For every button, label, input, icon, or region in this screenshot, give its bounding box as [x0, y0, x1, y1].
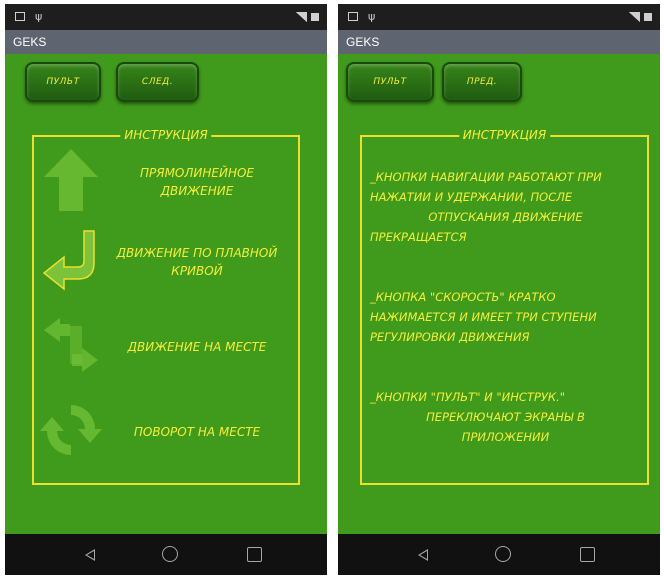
system-nav-bar: [338, 534, 660, 575]
back-icon[interactable]: [418, 549, 428, 561]
recent-apps-icon[interactable]: [247, 547, 262, 562]
status-bar: ψ: [338, 4, 660, 30]
instruction-title: ИНСТРУКЦИЯ: [120, 128, 212, 142]
instruction-paragraph: _КНОПКИ НАВИГАЦИИ РАБОТАЮТ ПРИ НАЖАТИИ И…: [370, 167, 641, 247]
usb-icon: ψ: [35, 10, 43, 23]
rotate-icon: [40, 405, 102, 455]
recent-apps-icon[interactable]: [580, 547, 595, 562]
paragraph-line: _КНОПКИ "ПУЛЬТ" И "ИНСТРУК.": [370, 390, 566, 404]
usb-icon: ψ: [368, 10, 376, 23]
instruction-item: ПОВОРОТ НА МЕСТЕ: [34, 397, 298, 467]
paragraph-line: _КНОПКА "СКОРОСТЬ" КРАТКО: [370, 290, 556, 304]
next-button[interactable]: СЛЕД.: [116, 62, 199, 102]
remote-button[interactable]: ПУЛЬТ: [25, 62, 101, 102]
home-icon[interactable]: [162, 546, 178, 562]
screenshot-icon: [15, 12, 25, 21]
paragraph-line: ОТПУСКАНИЯ ДВИЖЕНИЕ: [428, 210, 583, 224]
phone-screen-left: ψ GEKS ПУЛЬТ СЛЕД. ИНСТРУКЦИЯ ПРЯМОЛИНЕЙ…: [5, 4, 327, 575]
instruction-item-label: ПОВОРОТ НА МЕСТЕ: [133, 425, 261, 439]
battery-icon: [644, 13, 652, 21]
signal-icon: [629, 12, 640, 22]
instruction-paragraph: _КНОПКИ "ПУЛЬТ" И "ИНСТРУК." ПЕРЕКЛЮЧАЮТ…: [370, 387, 641, 447]
paragraph-line: _КНОПКИ НАВИГАЦИИ РАБОТАЮТ ПРИ: [370, 170, 602, 184]
remote-button[interactable]: ПУЛЬТ: [346, 62, 434, 102]
instruction-panel: ИНСТРУКЦИЯ ПРЯМОЛИНЕЙНОЕ ДВИЖЕНИЕ ДВИЖЕН…: [32, 128, 300, 485]
paragraph-line: ПЕРЕКЛЮЧАЮТ ЭКРАНЫ В: [426, 410, 585, 424]
instruction-item-label: ДВИЖЕНИЕ НА МЕСТЕ: [127, 340, 267, 354]
paragraph-line: НАЖИМАЕТСЯ И ИМЕЕТ ТРИ СТУПЕНИ: [370, 310, 597, 324]
home-icon[interactable]: [495, 546, 511, 562]
previous-button[interactable]: ПРЕД.: [442, 62, 522, 102]
curved-arrow-icon: [42, 230, 95, 291]
instruction-item: ДВИЖЕНИЕ НА МЕСТЕ: [34, 312, 298, 382]
content-area: ПУЛЬТ СЛЕД. ИНСТРУКЦИЯ ПРЯМОЛИНЕЙНОЕ ДВИ…: [5, 54, 327, 534]
back-icon[interactable]: [85, 549, 95, 561]
phone-screen-right: ψ GEKS ПУЛЬТ ПРЕД. ИНСТРУКЦИЯ _КНОПКИ НА…: [338, 4, 660, 575]
battery-icon: [311, 13, 319, 21]
instruction-item-label: ДВИЖЕНИЕ ПО ПЛАВНОЙ КРИВОЙ: [116, 246, 278, 278]
system-nav-bar: [5, 534, 327, 575]
content-area: ПУЛЬТ ПРЕД. ИНСТРУКЦИЯ _КНОПКИ НАВИГАЦИИ…: [338, 54, 660, 534]
instruction-item: ДВИЖЕНИЕ ПО ПЛАВНОЙ КРИВОЙ: [34, 227, 298, 297]
status-bar: ψ: [5, 4, 327, 30]
paragraph-line: НАЖАТИИ И УДЕРЖАНИИ, ПОСЛЕ: [370, 190, 573, 204]
screenshot-icon: [348, 12, 358, 21]
instruction-item: ПРЯМОЛИНЕЙНОЕ ДВИЖЕНИЕ: [34, 147, 298, 217]
opposing-arrows-icon: [44, 318, 98, 372]
arrow-up-icon: [44, 149, 98, 211]
instruction-panel: ИНСТРУКЦИЯ _КНОПКИ НАВИГАЦИИ РАБОТАЮТ ПР…: [360, 128, 649, 485]
instruction-paragraph: _КНОПКА "СКОРОСТЬ" КРАТКО НАЖИМАЕТСЯ И И…: [370, 287, 641, 347]
paragraph-line: ПРИЛОЖЕНИИ: [461, 430, 550, 444]
status-right: [296, 12, 319, 22]
status-right: [629, 12, 652, 22]
app-title: GEKS: [5, 30, 327, 54]
instruction-item-label: ПРЯМОЛИНЕЙНОЕ ДВИЖЕНИЕ: [139, 166, 255, 198]
signal-icon: [296, 12, 307, 22]
paragraph-line: ПРЕКРАЩАЕТСЯ: [370, 230, 467, 244]
app-title: GEKS: [338, 30, 660, 54]
paragraph-line: РЕГУЛИРОВКИ ДВИЖЕНИЯ: [370, 330, 530, 344]
instruction-title: ИНСТРУКЦИЯ: [458, 128, 551, 142]
